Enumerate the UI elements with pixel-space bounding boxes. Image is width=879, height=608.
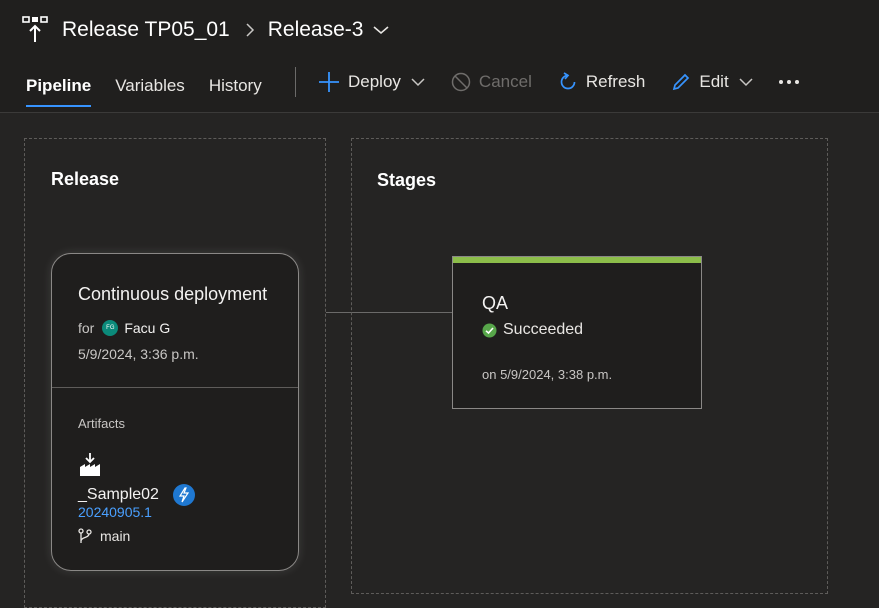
release-date: 5/9/2024, 3:36 p.m.	[78, 346, 199, 362]
release-requested-for: for FG Facu G	[78, 320, 170, 336]
build-artifact-icon	[80, 453, 100, 476]
card-divider	[52, 387, 298, 388]
stages-panel-title: Stages	[377, 170, 437, 190]
artifact-row: _Sample02	[78, 484, 195, 506]
chevron-down-icon	[739, 77, 753, 86]
chevron-down-icon[interactable]	[373, 25, 389, 35]
stage-card-qa[interactable]: QA Succeeded on 5/9/2024, 3:38 p.m.	[452, 256, 702, 409]
continuous-deployment-trigger-icon[interactable]	[172, 484, 195, 506]
stage-status: Succeeded	[482, 321, 583, 339]
deploy-label: Deploy	[348, 72, 401, 91]
edit-button[interactable]: Edit	[671, 72, 753, 92]
stage-status-bar	[453, 257, 701, 263]
pencil-icon	[673, 73, 690, 91]
user-name: Facu G	[124, 320, 171, 336]
chevron-right-icon	[246, 23, 254, 37]
cancel-label: Cancel	[478, 72, 532, 91]
edit-label: Edit	[699, 72, 729, 91]
more-options-icon[interactable]	[778, 72, 799, 92]
for-label: for	[78, 320, 95, 336]
release-trigger-title: Continuous deployment	[78, 284, 268, 304]
refresh-label: Refresh	[585, 72, 646, 91]
artifacts-heading: Artifacts	[78, 416, 125, 431]
breadcrumb-pipeline[interactable]: Release TP05_01	[62, 18, 230, 42]
artifact-branch: main	[78, 528, 130, 544]
chevron-down-icon	[411, 77, 425, 86]
tab-history[interactable]: History	[209, 66, 262, 106]
toolbar-divider	[295, 67, 296, 97]
deploy-button[interactable]: Deploy	[318, 71, 425, 93]
branch-icon	[78, 528, 92, 543]
release-pipeline-icon	[22, 16, 48, 42]
avatar: FG	[102, 320, 119, 336]
breadcrumb: Release TP05_01 Release-3	[22, 14, 389, 46]
tab-variables[interactable]: Variables	[115, 66, 185, 106]
cancel-button[interactable]: Cancel	[451, 72, 532, 92]
toolbar: Deploy Cancel Refresh Edit	[318, 62, 799, 102]
cancel-icon	[451, 72, 471, 92]
refresh-icon	[560, 72, 576, 90]
refresh-button[interactable]: Refresh	[558, 72, 646, 92]
stage-name: QA	[482, 293, 509, 313]
header: Release TP05_01 Release-3 Pipeline Varia…	[0, 0, 879, 113]
stage-status-label: Succeeded	[503, 321, 584, 338]
tab-bar: Pipeline Variables History	[0, 62, 262, 110]
plus-icon	[319, 72, 339, 92]
breadcrumb-release[interactable]: Release-3	[268, 18, 364, 42]
release-panel-title: Release	[51, 169, 120, 189]
branch-name: main	[100, 528, 131, 544]
stage-date: on 5/9/2024, 3:38 p.m.	[482, 367, 613, 382]
release-card[interactable]: Continuous deployment for FG Facu G 5/9/…	[51, 253, 299, 571]
artifact-name[interactable]: _Sample02	[78, 486, 159, 504]
check-circle-icon	[482, 323, 497, 337]
tab-pipeline[interactable]: Pipeline	[26, 66, 92, 107]
artifact-build-link[interactable]: 20240905.1	[78, 504, 152, 520]
